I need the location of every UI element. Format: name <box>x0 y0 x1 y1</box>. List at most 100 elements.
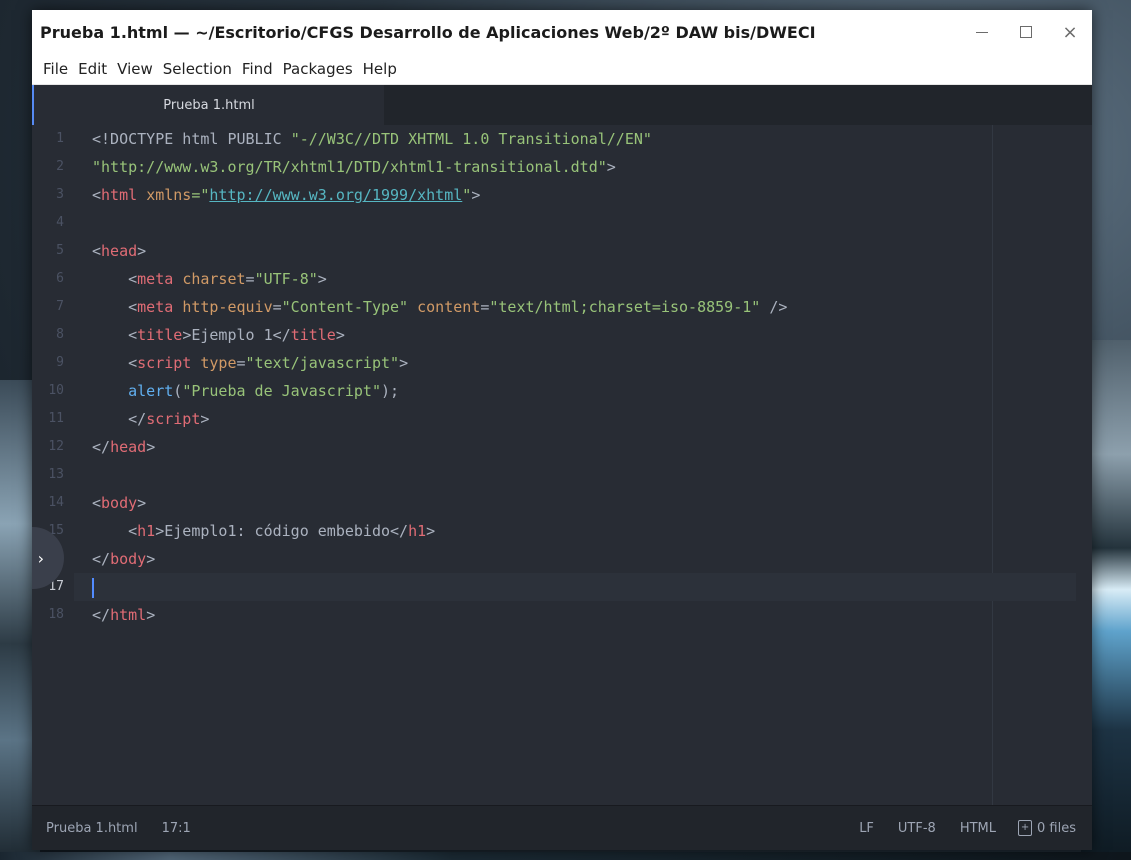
line-number: 5 <box>56 243 64 258</box>
line-number: 11 <box>48 411 64 426</box>
string: "http://www.w3.org/TR/xhtml1/DTD/xhtml1-… <box>92 158 607 176</box>
code-line: </head> <box>92 433 1092 461</box>
tab-bar: Prueba 1.html <box>32 85 1092 125</box>
attribute: content <box>417 298 481 316</box>
desktop-background-bottom <box>0 852 1131 860</box>
attribute: xmlns <box>146 186 192 204</box>
attribute: charset <box>182 270 246 288</box>
status-line-ending[interactable]: LF <box>859 821 874 836</box>
minimize-button[interactable] <box>960 10 1004 54</box>
tab-prueba-1-html[interactable]: Prueba 1.html <box>32 85 384 125</box>
tag: h1 <box>408 522 427 540</box>
punct: </ <box>92 550 111 568</box>
menu-packages[interactable]: Packages <box>278 54 358 84</box>
status-git-files[interactable]: + 0 files <box>1018 820 1076 836</box>
punct: > <box>137 242 147 260</box>
text: Ejemplo 1 <box>191 326 273 344</box>
maximize-icon <box>1020 26 1032 38</box>
string: "text/html;charset=iso-8859-1" <box>489 298 761 316</box>
code-line: <meta http-equiv="Content-Type" content=… <box>92 293 1092 321</box>
tag: head <box>101 242 138 260</box>
code-line: <body> <box>92 489 1092 517</box>
punct: </ <box>272 326 291 344</box>
punct: < <box>92 242 102 260</box>
status-files-count: 0 files <box>1037 820 1076 836</box>
code-line: <meta charset="UTF-8"> <box>92 265 1092 293</box>
string: "-//W3C//DTD XHTML 1.0 Transitional//EN" <box>290 130 652 148</box>
punct: > <box>399 354 409 372</box>
attribute: http-equiv <box>182 298 273 316</box>
window-title: Prueba 1.html — ~/Escritorio/CFGS Desarr… <box>40 22 816 42</box>
code-line: "http://www.w3.org/TR/xhtml1/DTD/xhtml1-… <box>92 153 1092 181</box>
tag: h1 <box>137 522 156 540</box>
maximize-button[interactable] <box>1004 10 1048 54</box>
minimize-icon <box>976 31 988 33</box>
menu-find[interactable]: Find <box>237 54 278 84</box>
tag: html <box>110 606 147 624</box>
line-number: 9 <box>56 355 64 370</box>
punct: > <box>335 326 345 344</box>
menu-selection[interactable]: Selection <box>158 54 237 84</box>
tag: body <box>110 550 147 568</box>
text: Ejemplo1: código embebido <box>164 522 391 540</box>
punct: > <box>200 410 210 428</box>
line-number: 12 <box>48 439 64 454</box>
tag: script <box>146 410 201 428</box>
punct: </ <box>128 410 147 428</box>
punct: > <box>137 494 147 512</box>
title-bar[interactable]: Prueba 1.html — ~/Escritorio/CFGS Desarr… <box>32 10 1092 54</box>
punct: ); <box>381 382 400 400</box>
status-cursor-position[interactable]: 17:1 <box>162 821 191 836</box>
tag: body <box>101 494 138 512</box>
menu-view[interactable]: View <box>112 54 158 84</box>
string: "UTF-8" <box>254 270 318 288</box>
line-number: 14 <box>48 495 64 510</box>
code-editor[interactable]: 1 2 3 4 5 6 7 8 9 10 11 12 13 14 15 16 1… <box>32 125 1092 805</box>
window-controls: × <box>960 10 1092 54</box>
close-button[interactable]: × <box>1048 10 1092 54</box>
line-number: 13 <box>48 467 64 482</box>
code-line: </body> <box>92 545 1092 573</box>
punct: > <box>426 522 436 540</box>
status-file-name[interactable]: Prueba 1.html <box>46 821 138 836</box>
status-left: Prueba 1.html 17:1 <box>32 821 835 836</box>
file-diff-icon: + <box>1018 820 1033 836</box>
punct: < <box>128 354 138 372</box>
tag: meta <box>137 298 174 316</box>
status-right: LF UTF-8 HTML + 0 files <box>835 820 1092 836</box>
punct: </ <box>390 522 409 540</box>
url-link[interactable]: http://www.w3.org/1999/xhtml <box>209 186 462 204</box>
punct: = <box>245 270 255 288</box>
punct: > <box>146 606 156 624</box>
tab-label: Prueba 1.html <box>163 97 255 113</box>
close-icon: × <box>1062 21 1078 43</box>
editor-window: Prueba 1.html — ~/Escritorio/CFGS Desarr… <box>32 10 1092 850</box>
punct: = <box>236 354 246 372</box>
menu-help[interactable]: Help <box>358 54 402 84</box>
punct: > <box>146 438 156 456</box>
menu-edit[interactable]: Edit <box>73 54 112 84</box>
line-number: 10 <box>48 383 64 398</box>
tag: title <box>290 326 336 344</box>
status-bar: Prueba 1.html 17:1 LF UTF-8 HTML + 0 fil… <box>32 805 1092 850</box>
menu-file[interactable]: File <box>38 54 73 84</box>
code-line: <script type="text/javascript"> <box>92 349 1092 377</box>
tag: head <box>110 438 147 456</box>
code-line: </script> <box>92 405 1092 433</box>
code-line-active[interactable] <box>74 573 1076 601</box>
code-line: <html xmlns="http://www.w3.org/1999/xhtm… <box>92 181 1092 209</box>
code-line: <!DOCTYPE html PUBLIC "-//W3C//DTD XHTML… <box>92 125 1092 153</box>
status-encoding[interactable]: UTF-8 <box>898 821 936 836</box>
menu-bar: File Edit View Selection Find Packages H… <box>32 54 1092 85</box>
code-content[interactable]: <!DOCTYPE html PUBLIC "-//W3C//DTD XHTML… <box>74 125 1092 629</box>
status-grammar[interactable]: HTML <box>960 821 996 836</box>
